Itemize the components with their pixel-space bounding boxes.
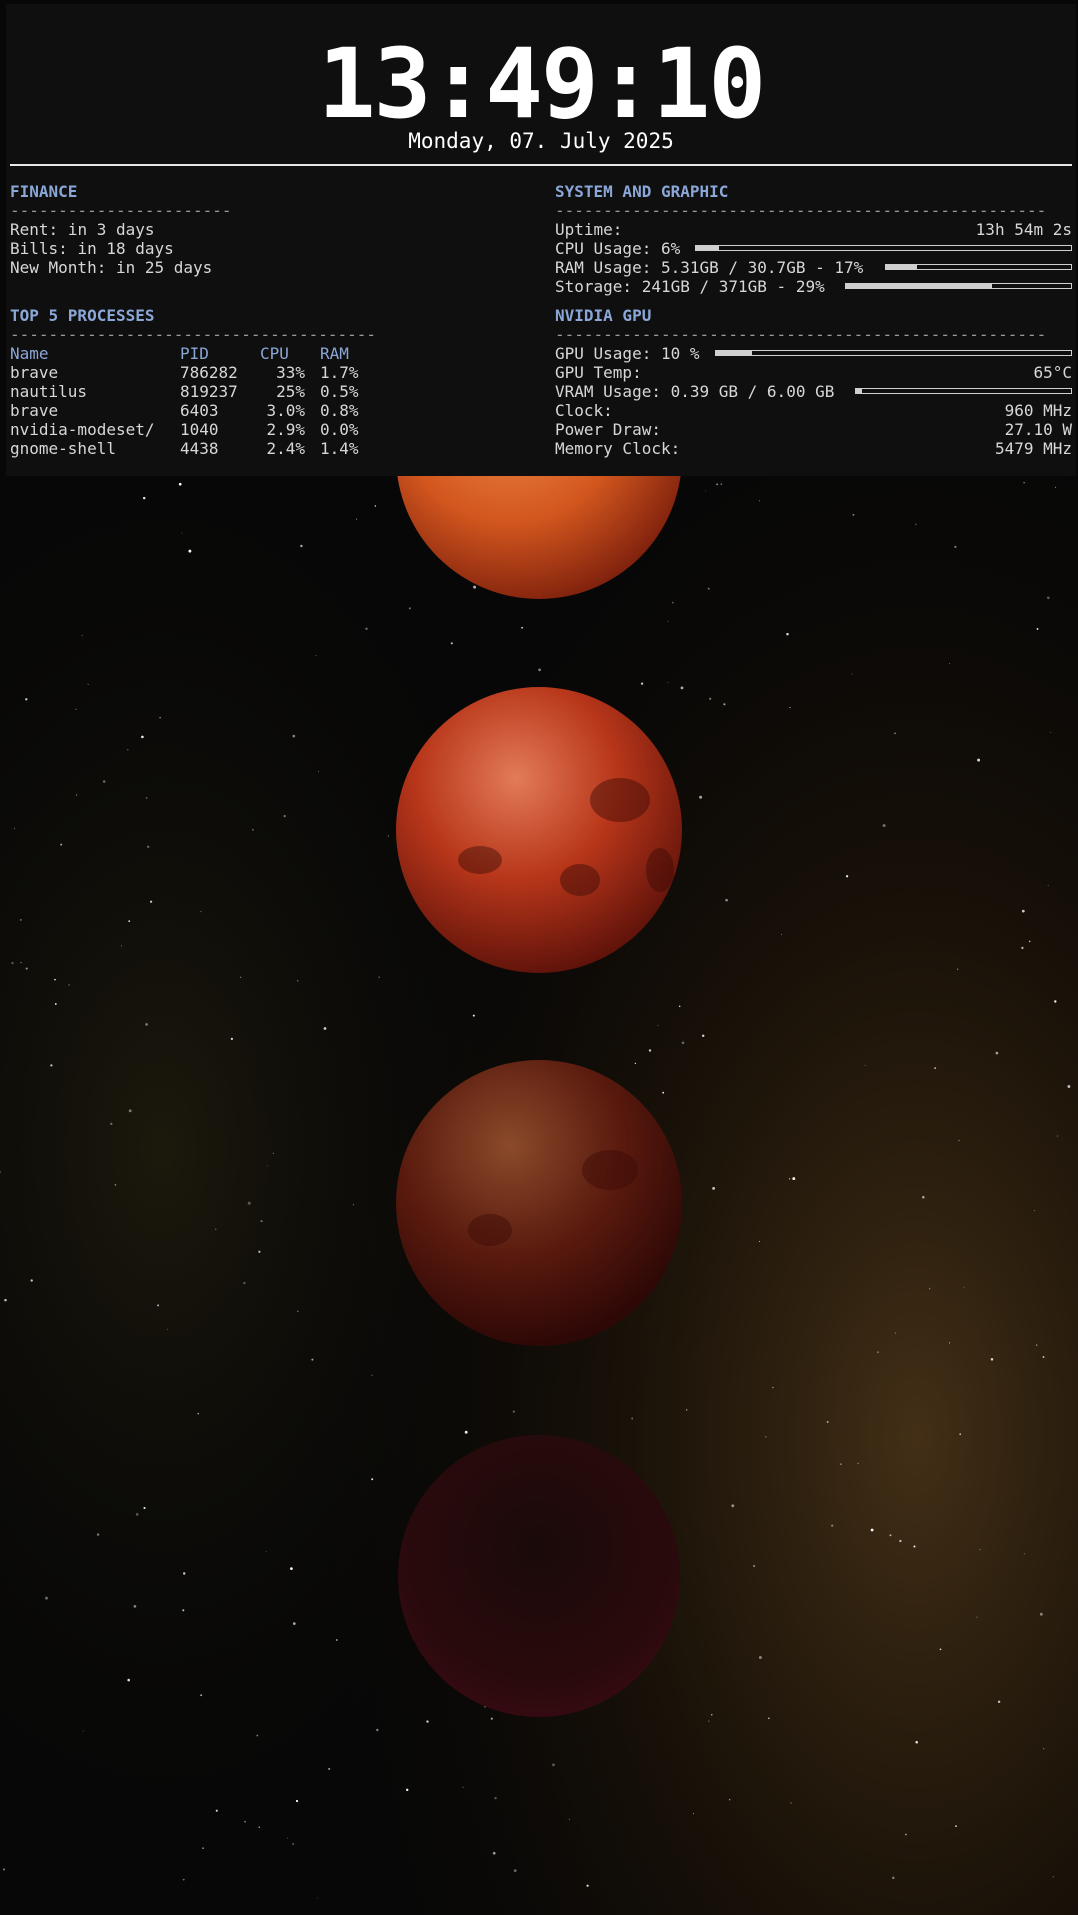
col-name: Name xyxy=(10,344,49,363)
power-draw-value: 27.10 W xyxy=(1004,420,1072,439)
process-ram: 0.5% xyxy=(320,382,359,401)
process-ram: 0.8% xyxy=(320,401,359,420)
power-draw-label: Power Draw: xyxy=(555,420,661,439)
gpu-usage-bar xyxy=(715,350,1072,356)
process-name: brave xyxy=(10,363,59,382)
process-ram: 1.4% xyxy=(320,439,359,458)
divider xyxy=(10,164,1072,166)
cpu-usage-label: CPU Usage: 6% xyxy=(555,239,681,258)
gpu-clock-value: 960 MHz xyxy=(1004,401,1072,420)
conky-panel: 13:49:10 Monday, 07. July 2025 FINANCE -… xyxy=(6,4,1076,476)
finance-bills: Bills: in 18 days xyxy=(10,239,174,258)
col-ram: RAM xyxy=(320,344,349,363)
gpu-title: NVIDIA GPU xyxy=(555,306,652,325)
moon-phase-2 xyxy=(396,687,682,973)
vram-usage-bar xyxy=(855,388,1072,394)
process-pid: 4438 xyxy=(180,439,219,458)
process-cpu: 33% xyxy=(276,363,305,382)
moon-phase-3 xyxy=(396,1060,682,1346)
process-pid: 1040 xyxy=(180,420,219,439)
processes-title: TOP 5 PROCESSES xyxy=(10,306,155,325)
process-cpu: 25% xyxy=(276,382,305,401)
process-name: nvidia-modeset/ xyxy=(10,420,155,439)
col-pid: PID xyxy=(180,344,209,363)
storage-label: Storage: 241GB / 371GB - 29% xyxy=(555,277,825,296)
process-pid: 819237 xyxy=(180,382,238,401)
process-name: nautilus xyxy=(10,382,88,401)
process-name: gnome-shell xyxy=(10,439,116,458)
system-separator: ----------------------------------------… xyxy=(555,202,1047,220)
vram-usage-label: VRAM Usage: 0.39 GB / 6.00 GB xyxy=(555,382,835,401)
col-cpu: CPU xyxy=(260,344,289,363)
system-title: SYSTEM AND GRAPHIC xyxy=(555,182,729,201)
finance-separator: ----------------------- xyxy=(10,202,232,220)
gpu-temp-label: GPU Temp: xyxy=(555,363,642,382)
gpu-separator: ----------------------------------------… xyxy=(555,326,1047,344)
uptime-label: Uptime: xyxy=(555,220,623,239)
memory-clock-value: 5479 MHz xyxy=(994,439,1072,458)
process-pid: 786282 xyxy=(180,363,238,382)
process-ram: 0.0% xyxy=(320,420,359,439)
processes-separator: -------------------------------------- xyxy=(10,326,377,344)
clock-date: Monday, 07. July 2025 xyxy=(408,129,674,153)
process-name: brave xyxy=(10,401,59,420)
finance-rent: Rent: in 3 days xyxy=(10,220,155,239)
gpu-usage-label: GPU Usage: 10 % xyxy=(555,344,700,363)
ram-usage-label: RAM Usage: 5.31GB / 30.7GB - 17% xyxy=(555,258,864,277)
moon-phase-4 xyxy=(398,1435,680,1717)
finance-title: FINANCE xyxy=(10,182,78,201)
ram-usage-bar xyxy=(885,264,1072,270)
process-cpu: 2.9% xyxy=(266,420,305,439)
process-cpu: 3.0% xyxy=(266,401,305,420)
gpu-temp-value: 65°C xyxy=(1033,363,1072,382)
cpu-usage-bar xyxy=(695,245,1072,251)
uptime-value: 13h 54m 2s xyxy=(975,220,1072,239)
process-pid: 6403 xyxy=(180,401,219,420)
gpu-clock-label: Clock: xyxy=(555,401,613,420)
memory-clock-label: Memory Clock: xyxy=(555,439,681,458)
storage-bar xyxy=(845,283,1072,289)
process-cpu: 2.4% xyxy=(266,439,305,458)
clock-time: 13:49:10 xyxy=(317,28,766,140)
process-ram: 1.7% xyxy=(320,363,359,382)
finance-new-month: New Month: in 25 days xyxy=(10,258,213,277)
